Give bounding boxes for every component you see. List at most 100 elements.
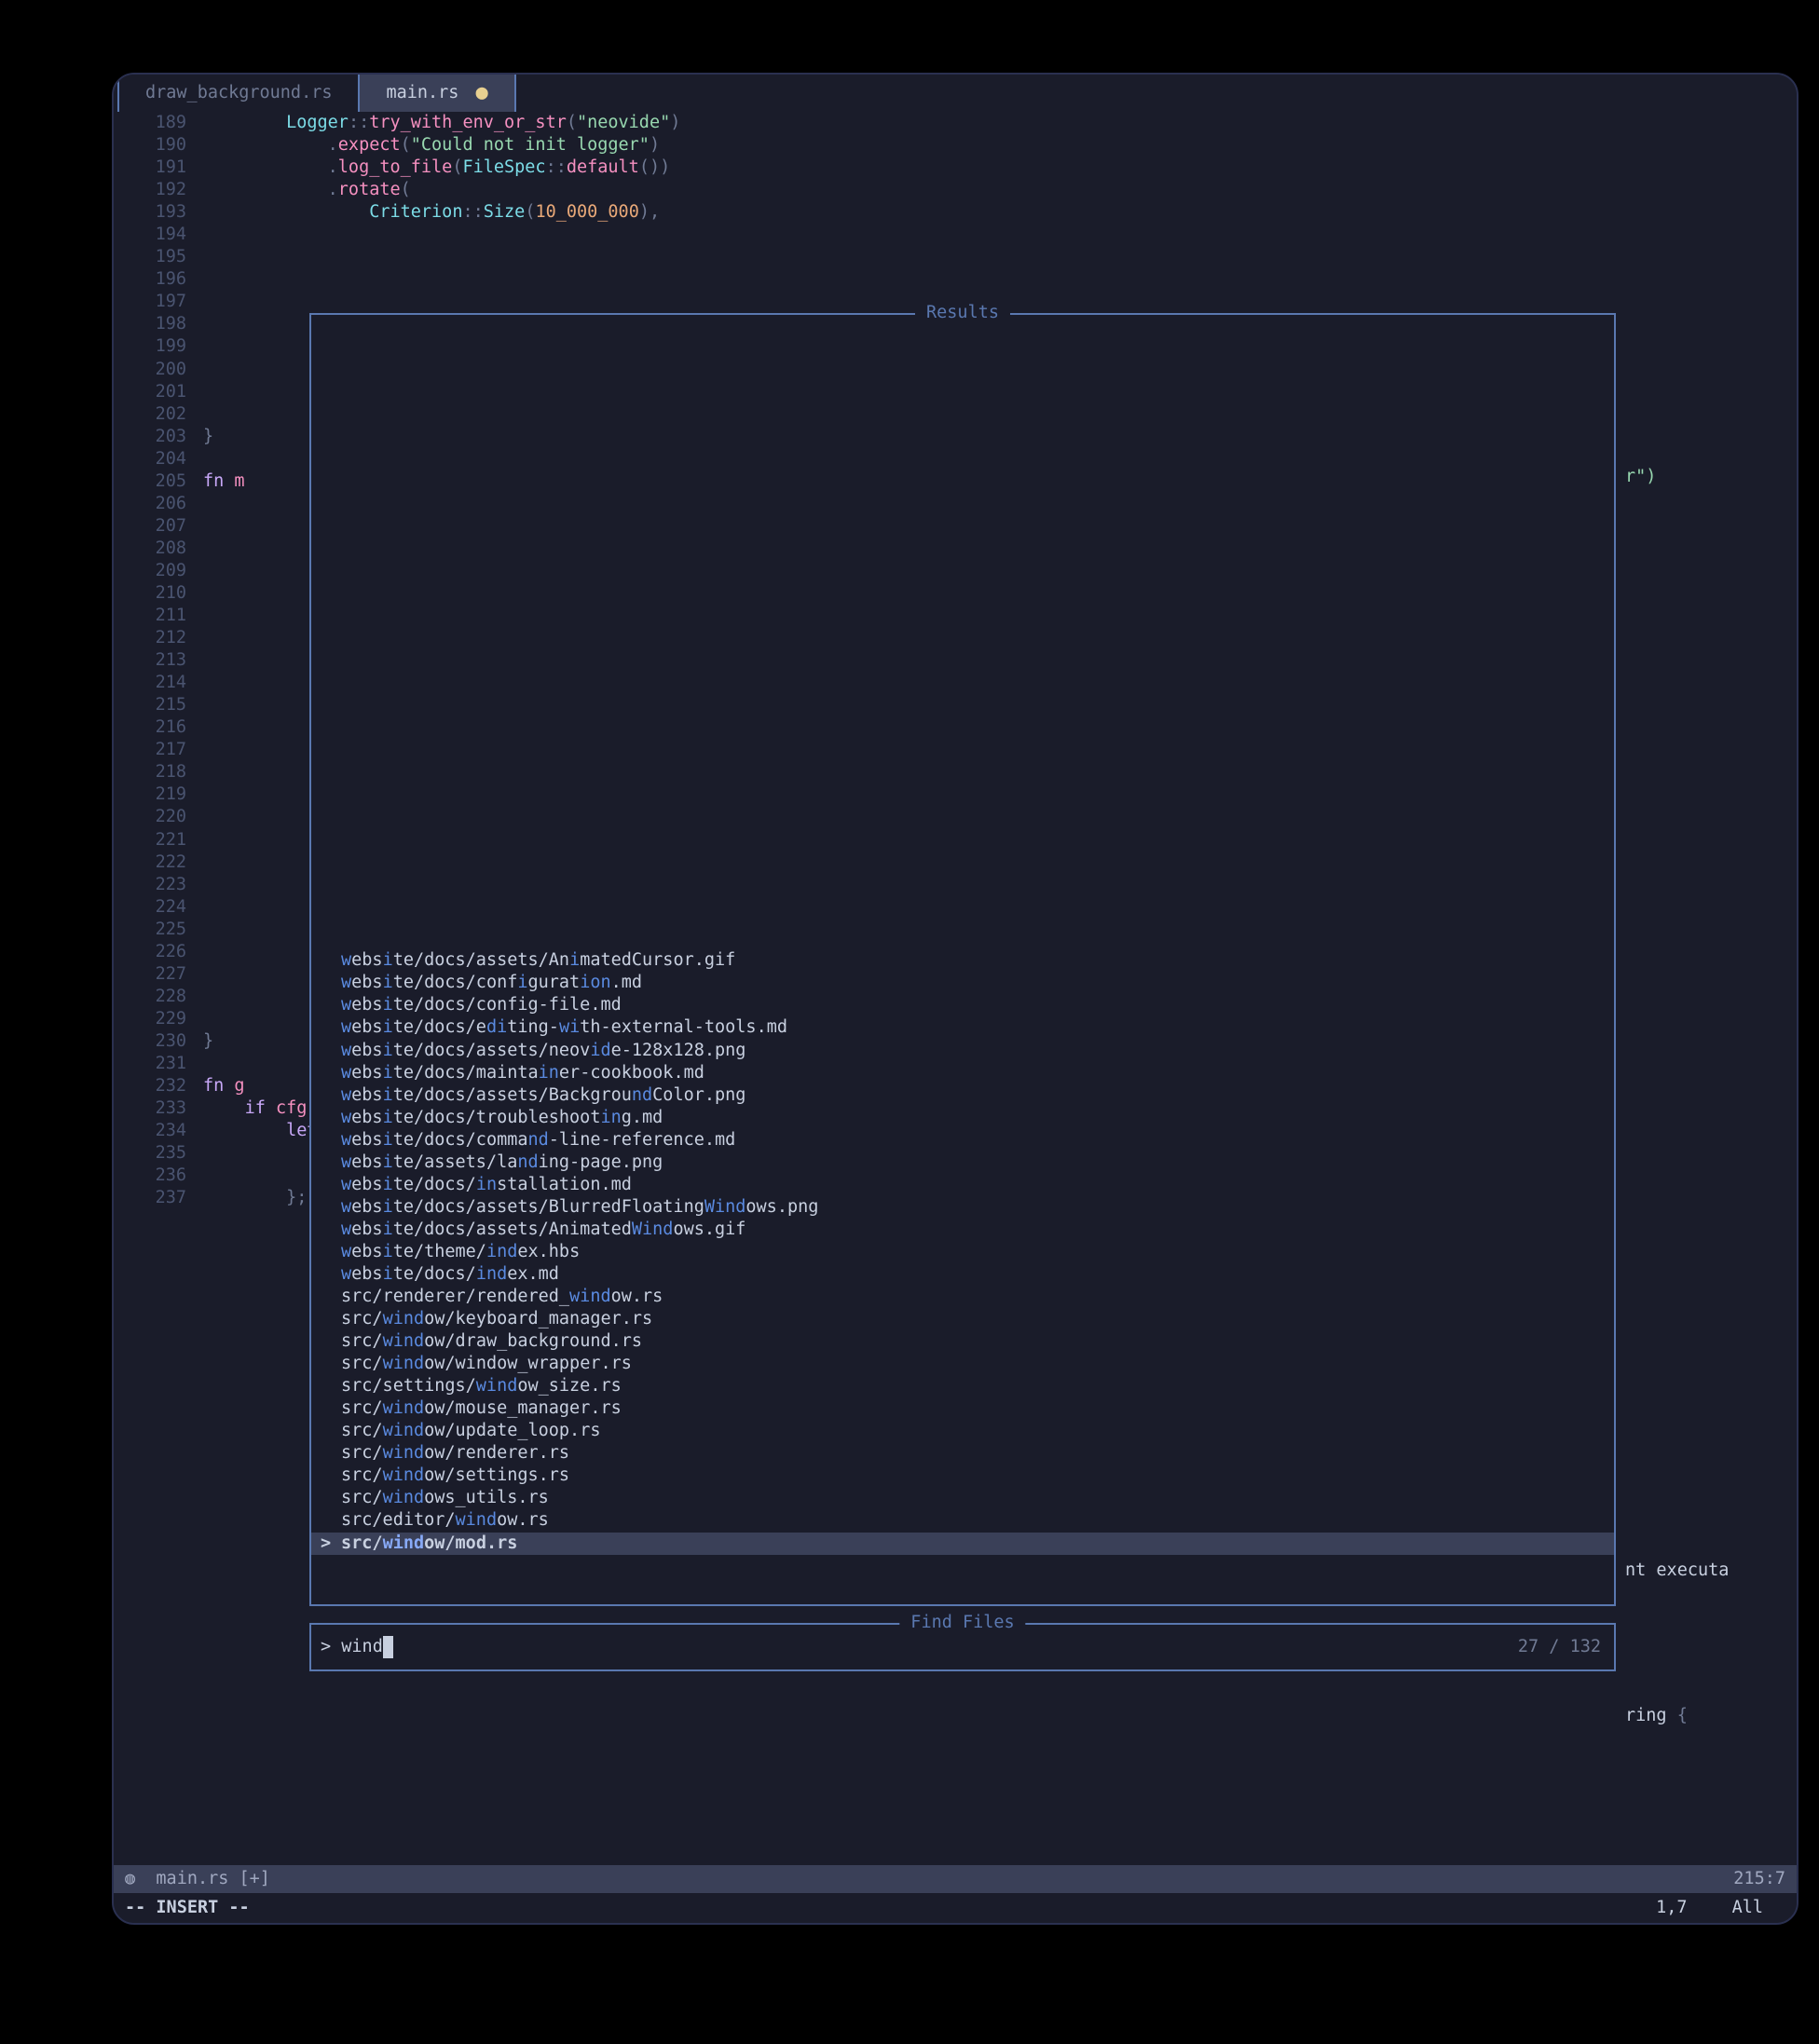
result-item[interactable]: website/docs/installation.md [311, 1174, 1614, 1196]
result-path: website/docs/assets/AnimatedCursor.gif [341, 949, 735, 972]
selection-marker-icon [321, 1151, 341, 1174]
selection-marker-icon [321, 1286, 341, 1308]
code-line[interactable]: 194 [114, 224, 1797, 246]
code-content: .rotate( [203, 179, 1797, 201]
find-files-panel: Find Files > wind 27 / 132 [309, 1623, 1616, 1671]
code-content [203, 268, 1797, 291]
line-number: 231 [114, 1053, 203, 1075]
tab-main[interactable]: main.rs ● [358, 75, 513, 112]
editor-window: draw_background.rs main.rs ● 189 Logger:… [112, 73, 1798, 1925]
result-path: src/window/settings.rs [341, 1465, 569, 1487]
search-input[interactable]: wind [341, 1636, 383, 1658]
selection-marker-icon [321, 1129, 341, 1151]
line-number: 220 [114, 806, 203, 828]
code-line[interactable]: 191 .log_to_file(FileSpec::default()) [114, 157, 1797, 179]
result-path: src/editor/window.rs [341, 1509, 549, 1532]
selection-marker-icon [321, 972, 341, 994]
tab-label: main.rs [386, 82, 458, 104]
result-item[interactable]: src/editor/window.rs [311, 1509, 1614, 1532]
code-line[interactable]: 196 [114, 268, 1797, 291]
result-item[interactable]: website/docs/editing-with-external-tools… [311, 1016, 1614, 1039]
line-number: 228 [114, 986, 203, 1008]
results-list[interactable]: website/docs/assets/AnimatedCursor.gif w… [311, 315, 1614, 1604]
line-number: 237 [114, 1187, 203, 1209]
modified-indicator-icon: ● [475, 80, 487, 107]
code-line[interactable]: 192 .rotate( [114, 179, 1797, 201]
result-item[interactable]: src/window/settings.rs [311, 1465, 1614, 1487]
line-number: 212 [114, 627, 203, 649]
result-path: src/settings/window_size.rs [341, 1375, 622, 1397]
result-item[interactable]: website/theme/index.hbs [311, 1241, 1614, 1263]
result-item[interactable]: website/docs/troubleshooting.md [311, 1107, 1614, 1129]
result-path: website/docs/assets/AnimatedWindows.gif [341, 1219, 745, 1241]
result-item[interactable]: src/window/draw_background.rs [311, 1330, 1614, 1353]
selection-marker-icon [321, 1040, 341, 1062]
selection-marker-icon [321, 1107, 341, 1129]
result-path: website/docs/index.md [341, 1263, 559, 1286]
tab-bar-filler [514, 75, 1797, 112]
result-item[interactable]: src/window/update_loop.rs [311, 1420, 1614, 1442]
result-path: website/docs/assets/BlurredFloatingWindo… [341, 1196, 818, 1219]
line-number: 195 [114, 246, 203, 268]
line-number: 229 [114, 1008, 203, 1030]
result-item[interactable]: src/window/window_wrapper.rs [311, 1353, 1614, 1375]
result-item[interactable]: website/docs/config-file.md [311, 994, 1614, 1016]
result-item[interactable]: src/window/renderer.rs [311, 1442, 1614, 1465]
result-path: src/window/mouse_manager.rs [341, 1397, 622, 1420]
prompt-symbol: > [321, 1636, 331, 1658]
line-number: 202 [114, 403, 203, 426]
result-item[interactable]: src/window/mouse_manager.rs [311, 1397, 1614, 1420]
code-line[interactable]: 195 [114, 246, 1797, 268]
line-number: 233 [114, 1097, 203, 1120]
selection-marker-icon [321, 949, 341, 972]
result-item[interactable]: website/docs/assets/AnimatedWindows.gif [311, 1219, 1614, 1241]
line-number: 205 [114, 470, 203, 493]
code-line[interactable]: 190 .expect("Could not init logger") [114, 134, 1797, 157]
line-number: 227 [114, 963, 203, 986]
result-item[interactable]: website/docs/assets/BackgroundColor.png [311, 1084, 1614, 1107]
result-item[interactable]: src/window/keyboard_manager.rs [311, 1308, 1614, 1330]
result-item[interactable]: website/docs/index.md [311, 1263, 1614, 1286]
result-item[interactable]: website/docs/assets/neovide-128x128.png [311, 1040, 1614, 1062]
line-number: 225 [114, 919, 203, 941]
result-item[interactable]: website/assets/landing-page.png [311, 1151, 1614, 1174]
line-number: 232 [114, 1075, 203, 1097]
line-number: 216 [114, 716, 203, 739]
result-item[interactable]: >src/window/mod.rs [311, 1533, 1614, 1555]
find-files-prompt[interactable]: > wind [311, 1636, 1518, 1658]
result-path: website/docs/assets/neovide-128x128.png [341, 1040, 745, 1062]
results-title: Results [915, 302, 1010, 324]
line-number: 196 [114, 268, 203, 291]
selection-marker-icon [321, 1016, 341, 1039]
result-item[interactable]: website/docs/command-line-reference.md [311, 1129, 1614, 1151]
selection-marker-icon [321, 1241, 341, 1263]
editor-mode: -- INSERT -- [125, 1897, 250, 1919]
line-number: 190 [114, 134, 203, 157]
line-number: 204 [114, 448, 203, 470]
line-number: 219 [114, 784, 203, 806]
result-path: website/docs/editing-with-external-tools… [341, 1016, 787, 1039]
tab-draw-background[interactable]: draw_background.rs [117, 75, 358, 112]
result-item[interactable]: website/docs/assets/AnimatedCursor.gif [311, 949, 1614, 972]
result-item[interactable]: website/docs/configuration.md [311, 972, 1614, 994]
mode-line: -- INSERT -- 1,7 All [114, 1893, 1797, 1923]
code-line[interactable]: 193 Criterion::Size(10_000_000), [114, 201, 1797, 224]
code-line[interactable]: 189 Logger::try_with_env_or_str("neovide… [114, 112, 1797, 134]
code-content [203, 224, 1797, 246]
result-item[interactable]: website/docs/maintainer-cookbook.md [311, 1062, 1614, 1084]
result-item[interactable]: src/windows_utils.rs [311, 1487, 1614, 1509]
result-path: src/windows_utils.rs [341, 1487, 549, 1509]
result-item[interactable]: src/renderer/rendered_window.rs [311, 1286, 1614, 1308]
results-panel: Results website/docs/assets/AnimatedCurs… [309, 313, 1616, 1606]
selection-marker-icon [321, 1375, 341, 1397]
selection-marker-icon [321, 1397, 341, 1420]
result-item[interactable]: website/docs/assets/BlurredFloatingWindo… [311, 1196, 1614, 1219]
selection-marker-icon [321, 1174, 341, 1196]
code-content: Logger::try_with_env_or_str("neovide") [203, 112, 1797, 134]
status-cursor-pos: 215:7 [1733, 1868, 1785, 1890]
selection-marker-icon [321, 1353, 341, 1375]
result-item[interactable]: src/settings/window_size.rs [311, 1375, 1614, 1397]
result-path: website/docs/installation.md [341, 1174, 632, 1196]
line-number: 217 [114, 739, 203, 761]
line-number: 221 [114, 829, 203, 852]
